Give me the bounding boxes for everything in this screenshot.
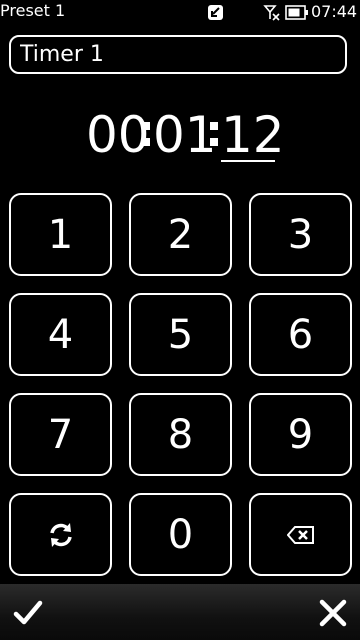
close-icon[interactable] xyxy=(318,598,348,628)
selection-underline xyxy=(221,160,275,162)
key-3[interactable]: 3 xyxy=(249,193,352,276)
timer-name-input[interactable] xyxy=(9,35,347,74)
battery-icon xyxy=(285,5,308,20)
key-1[interactable]: 1 xyxy=(9,193,112,276)
no-network-icon xyxy=(263,5,280,21)
reset-icon xyxy=(49,522,72,547)
reset-button[interactable] xyxy=(9,493,112,576)
timer-minutes[interactable]: 01 xyxy=(153,100,217,170)
backspace-icon xyxy=(286,525,314,544)
status-bar: Preset 1 07:44 xyxy=(0,0,360,24)
notification-icon[interactable] xyxy=(207,4,224,21)
key-2[interactable]: 2 xyxy=(129,193,232,276)
key-8[interactable]: 8 xyxy=(129,393,232,476)
key-0[interactable]: 0 xyxy=(129,493,232,576)
softkey-bar xyxy=(0,584,360,640)
timer-display: 00 01 12 xyxy=(0,100,360,170)
colon-dot xyxy=(210,138,218,146)
key-7[interactable]: 7 xyxy=(9,393,112,476)
key-5[interactable]: 5 xyxy=(129,293,232,376)
key-4[interactable]: 4 xyxy=(9,293,112,376)
key-9[interactable]: 9 xyxy=(249,393,352,476)
colon-dot xyxy=(142,122,150,130)
colon-dot xyxy=(142,138,150,146)
status-title: Preset 1 xyxy=(0,1,66,20)
backspace-button[interactable] xyxy=(249,493,352,576)
timer-hours[interactable]: 00 xyxy=(86,100,150,170)
colon-dot xyxy=(210,122,218,130)
status-time: 07:44 xyxy=(311,2,358,21)
checkmark-icon[interactable] xyxy=(13,598,43,628)
key-6[interactable]: 6 xyxy=(249,293,352,376)
